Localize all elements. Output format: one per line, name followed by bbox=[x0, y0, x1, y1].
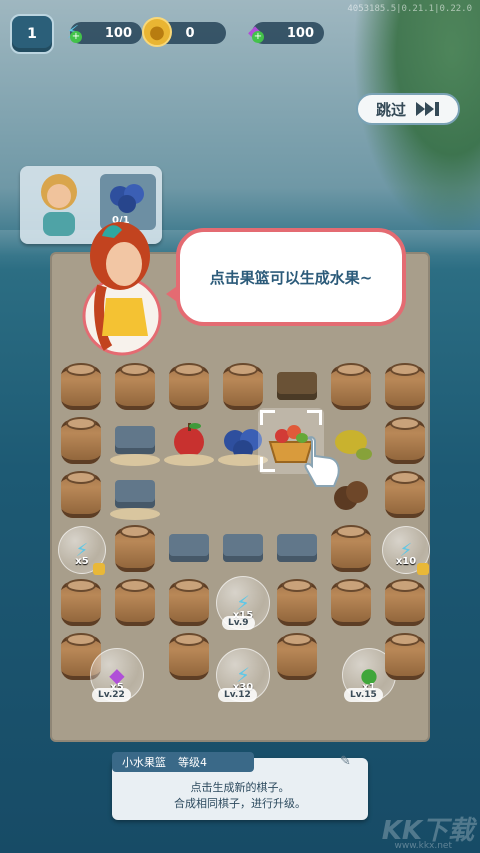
item-title-bar: 小水果篮 等级4 bbox=[112, 752, 254, 772]
board-cell[interactable] bbox=[54, 468, 108, 522]
stone-crate-icon bbox=[115, 480, 155, 508]
board-cell[interactable] bbox=[216, 522, 270, 576]
fast-forward-icon bbox=[416, 102, 439, 116]
barrel-icon bbox=[169, 633, 209, 680]
barrel-icon bbox=[385, 417, 425, 464]
barrel-icon bbox=[61, 363, 101, 410]
lock-icon bbox=[417, 563, 429, 575]
guide-character bbox=[82, 222, 162, 356]
barrel-icon bbox=[277, 633, 317, 680]
board-cell[interactable] bbox=[378, 414, 432, 468]
barrel-icon bbox=[385, 579, 425, 626]
blueberry-icon bbox=[110, 184, 144, 213]
board-cell[interactable]: ⚡ x10 bbox=[378, 522, 432, 576]
barrel-icon bbox=[385, 471, 425, 518]
board-cell[interactable] bbox=[270, 630, 324, 684]
barrel-icon bbox=[277, 579, 317, 626]
focus-corner bbox=[307, 410, 322, 425]
board-cell[interactable] bbox=[108, 468, 162, 522]
board-cell[interactable] bbox=[270, 360, 324, 414]
barrel-icon bbox=[385, 363, 425, 410]
barrel-icon bbox=[61, 417, 101, 464]
board-cell[interactable] bbox=[324, 522, 378, 576]
wood-box-icon bbox=[277, 372, 317, 400]
board-cell[interactable] bbox=[378, 468, 432, 522]
board-cell[interactable] bbox=[162, 522, 216, 576]
info-pen-icon[interactable]: ✎ bbox=[340, 754, 356, 770]
add-icon[interactable]: + bbox=[70, 31, 82, 43]
version-label: 4053185.5|0.21.1|0.22.0 bbox=[347, 4, 472, 14]
board-cell[interactable] bbox=[108, 414, 162, 468]
barrel-icon bbox=[115, 363, 155, 410]
focus-corner bbox=[260, 410, 275, 425]
locked-bubble: ⚡ x5 bbox=[58, 526, 106, 575]
gem-icon: ◆+ bbox=[240, 17, 270, 47]
stone-crate-icon bbox=[115, 426, 155, 454]
stone-crate-icon bbox=[169, 534, 209, 562]
sand bbox=[110, 454, 160, 466]
barrel-icon bbox=[115, 579, 155, 626]
barrel-icon bbox=[169, 579, 209, 626]
lock-icon bbox=[93, 563, 105, 575]
board-cell[interactable]: ⚡ x30 Lv.12 bbox=[216, 648, 270, 702]
board-cell[interactable] bbox=[324, 360, 378, 414]
barrel-icon bbox=[169, 363, 209, 410]
board-cell[interactable] bbox=[270, 576, 324, 630]
top-hud: 1 100 ⚡+ 0 ● 100 ◆+ 4053185.5|0.21.1|0.2… bbox=[0, 0, 480, 60]
board-cell[interactable] bbox=[378, 576, 432, 630]
board-cell[interactable] bbox=[324, 576, 378, 630]
board-cell[interactable]: ⚡ x5 bbox=[54, 522, 108, 576]
barrel-icon bbox=[115, 525, 155, 572]
item-info-panel: 小水果篮 等级4 ✎ 点击生成新的棋子。 合成相同棋子，进行升级。 bbox=[112, 752, 368, 820]
board-cell[interactable] bbox=[54, 576, 108, 630]
coin-icon: ● bbox=[142, 17, 172, 47]
barrel-icon bbox=[331, 363, 371, 410]
energy-icon: ⚡+ bbox=[58, 17, 88, 47]
barrel-icon bbox=[331, 525, 371, 572]
board-cell[interactable] bbox=[108, 522, 162, 576]
board-cell[interactable] bbox=[54, 360, 108, 414]
board-cell[interactable] bbox=[378, 360, 432, 414]
board-cell[interactable]: ⚡ x15 Lv.9 bbox=[216, 576, 270, 630]
barrel-icon bbox=[223, 363, 263, 410]
locked-bubble: ⚡ x10 bbox=[382, 526, 430, 575]
board-cell[interactable] bbox=[162, 630, 216, 684]
pointing-hand-icon bbox=[304, 436, 340, 487]
board-cell[interactable]: ◆ x5 Lv.22 bbox=[90, 648, 144, 702]
board-cell[interactable] bbox=[162, 414, 216, 468]
item-description: 点击生成新的棋子。 合成相同棋子，进行升级。 bbox=[174, 781, 306, 810]
focus-corner bbox=[260, 457, 275, 472]
tutorial-speech-bubble: 点击果篮可以生成水果~ bbox=[166, 228, 406, 326]
board-cell[interactable] bbox=[108, 576, 162, 630]
barrel-icon bbox=[385, 633, 425, 680]
board-cell[interactable] bbox=[162, 576, 216, 630]
stone-crate-icon bbox=[277, 534, 317, 562]
player-level-badge[interactable]: 1 bbox=[10, 14, 54, 54]
add-icon[interactable]: + bbox=[252, 31, 264, 43]
board-cell[interactable] bbox=[54, 414, 108, 468]
sand bbox=[164, 454, 214, 466]
board-cell[interactable] bbox=[108, 360, 162, 414]
barrel-icon bbox=[61, 579, 101, 626]
skip-button[interactable]: 跳过 bbox=[356, 93, 460, 125]
board-cell[interactable] bbox=[378, 630, 432, 684]
watermark-url: www.kkx.net bbox=[394, 841, 453, 851]
board-cell[interactable] bbox=[270, 522, 324, 576]
board-cell[interactable] bbox=[162, 360, 216, 414]
stone-crate-icon bbox=[223, 534, 263, 562]
barrel-icon bbox=[331, 579, 371, 626]
board-cell[interactable] bbox=[216, 360, 270, 414]
barrel-icon bbox=[61, 471, 101, 518]
sand bbox=[110, 508, 160, 520]
